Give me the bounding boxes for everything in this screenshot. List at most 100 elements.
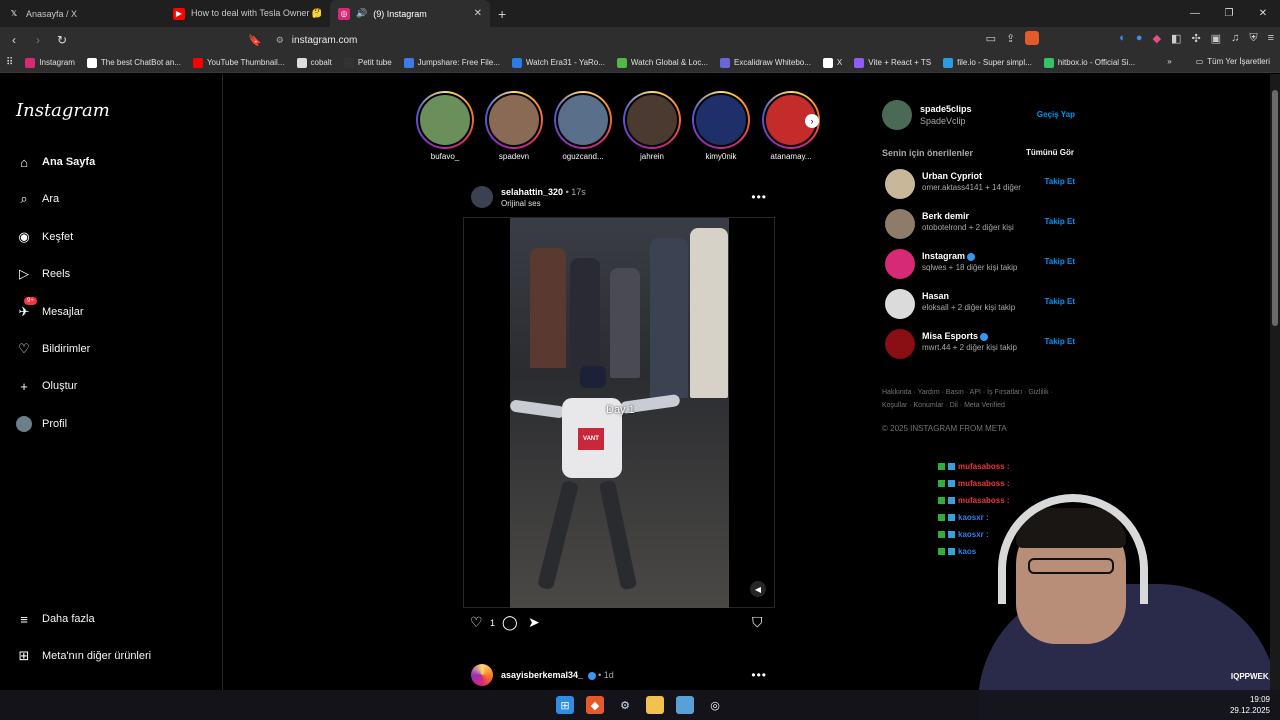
sidebar-item-notifications[interactable]: ♡ Bildirimler [16,341,90,357]
post-username[interactable]: asayisberkemal34_ [501,670,583,680]
sidebar-icon[interactable]: ▣ [1211,32,1221,45]
sidebar-item-profile[interactable]: Profil [16,416,67,432]
bookmark-icon[interactable]: 🔖 [248,34,262,47]
tab-instagram[interactable]: ◎ 🔊 (9) Instagram ✕ [330,0,490,27]
follow-button[interactable]: Takip Et [1044,217,1075,226]
footer-links[interactable]: Hakkında · Yardım · Basın · API · İş Fır… [882,386,1072,412]
site-info-icon[interactable]: ⚙ [276,35,284,46]
avatar[interactable] [885,169,915,199]
tab-youtube[interactable]: ▶ How to deal with Tesla Owner 🤔 #s [165,0,330,27]
minimize-button[interactable]: — [1178,0,1212,27]
scrollbar[interactable] [1270,74,1280,720]
avatar[interactable] [885,289,915,319]
bookmark-item[interactable]: file.io - Super simpl... [943,57,1032,68]
follow-button[interactable]: Takip Et [1044,177,1075,186]
bookmark-item[interactable]: Watch Era31 - YaRo... [511,57,605,68]
speaker-icon[interactable]: ◀ [750,581,766,597]
post-audio[interactable]: Orijinal ses [501,199,541,208]
story-item[interactable]: kimy0nik [692,91,750,161]
comment-icon[interactable]: ◯ [502,614,518,631]
sidebar-item-reels[interactable]: ▷ Reels [16,266,70,282]
extensions-puzzle-icon[interactable]: ✣ [1191,32,1200,45]
bookmark-item[interactable]: cobalt [296,57,332,68]
bookmark-item[interactable]: X [822,57,842,68]
switch-account-button[interactable]: Geçiş Yap [1037,110,1075,119]
more-button[interactable]: ≡ Daha fazla [16,611,94,627]
avatar[interactable] [471,664,493,686]
avatar[interactable] [885,249,915,279]
windows-start-icon[interactable]: ⊞ [556,696,574,714]
apps-icon[interactable]: ⠿ [6,57,13,68]
reload-button[interactable]: ↻ [52,33,72,47]
chevron-right-icon[interactable]: › [805,114,819,128]
tab-x[interactable]: 𝕏 Anasayfa / X [0,0,165,27]
share-icon[interactable]: ⇪ [1006,32,1015,45]
music-icon[interactable]: ♫ [1231,32,1239,44]
app-icon[interactable] [676,696,694,714]
bookmark-item[interactable]: Instagram [25,57,75,68]
story-item[interactable]: bufavo_ [416,91,474,161]
more-options-icon[interactable]: ••• [751,190,767,204]
suggestion-username[interactable]: Instagram [922,251,965,261]
bookmark-item[interactable]: Excalidraw Whitebo... [720,57,811,68]
suggestion-username[interactable]: Hasan [922,291,949,301]
follow-button[interactable]: Takip Et [1044,337,1075,346]
extension-icon[interactable]: ◆ [1153,32,1161,45]
bookmark-item[interactable]: Vite + React + TS [854,57,931,68]
post-username[interactable]: selahattin_320 [501,187,563,197]
bookmark-item[interactable]: Jumpshare: Free File... [403,57,500,68]
bookmark-item[interactable]: hitbox.io - Official Si... [1043,57,1135,68]
sidebar-item-home[interactable]: ⌂ Ana Sayfa [16,154,95,170]
url-bar[interactable]: 🔖 ⚙ instagram.com [248,30,988,50]
suggestion-username[interactable]: Urban Cypriot [922,171,982,181]
file-explorer-icon[interactable] [646,696,664,714]
url-text[interactable]: instagram.com [292,35,358,46]
account-username[interactable]: spade5clips [920,104,972,114]
bookmark-item[interactable]: The best ChatBot an... [86,57,181,68]
close-icon[interactable]: ✕ [474,8,482,19]
menu-icon[interactable]: ≡ [1268,32,1274,44]
scrollbar-thumb[interactable] [1272,90,1278,326]
chevron-right-icon[interactable]: » [1167,57,1171,66]
extension-icon[interactable]: ● [1136,32,1143,44]
more-options-icon[interactable]: ••• [751,668,767,682]
brave-shield-icon[interactable] [1025,31,1040,45]
avatar[interactable] [885,329,915,359]
instagram-logo[interactable]: Instagram [16,100,110,121]
steam-icon[interactable]: ⚙ [616,696,634,714]
restore-button[interactable]: ❐ [1212,0,1246,27]
all-bookmarks[interactable]: » ▭ Tüm Yer İşaretleri [1167,57,1270,66]
sidebar-item-messages[interactable]: ✈ 9+ Mesajlar [16,297,84,320]
story-item[interactable]: oguzcand... [554,91,612,161]
close-window-button[interactable]: ✕ [1246,0,1280,27]
avatar[interactable] [885,209,915,239]
sidebar-item-explore[interactable]: ◉ Keşfet [16,229,73,245]
story-item[interactable]: jahrein [623,91,681,161]
avatar[interactable] [471,186,493,208]
heart-icon[interactable]: ♡ [470,614,483,631]
sidebar-item-search[interactable]: ⌕ Ara [16,191,59,207]
bookmark-item[interactable]: YouTube Thumbnail... [192,57,285,68]
follow-button[interactable]: Takip Et [1044,297,1075,306]
save-icon[interactable]: ⛉ [752,614,763,631]
suggestion-username[interactable]: Misa Esports [922,331,978,341]
bookmark-item[interactable]: Watch Global & Loc... [616,57,708,68]
extension-icon[interactable]: ◧ [1171,32,1181,45]
avatar[interactable] [882,100,912,130]
share-icon[interactable]: ➤ [528,614,540,631]
meta-products-button[interactable]: ⊞ Meta'nın diğer ürünleri [16,648,152,664]
see-all-button[interactable]: Tümünü Gör [1026,148,1074,157]
back-button[interactable]: ‹ [4,33,24,47]
system-clock[interactable]: 19:09 29.12.2025 [1230,694,1270,716]
brave-browser-icon[interactable]: ◆ [586,696,604,714]
vpn-icon[interactable]: ⛨ [1249,32,1257,45]
suggestion-username[interactable]: Berk demir [922,211,969,221]
bookmark-item[interactable]: Petit tube [343,57,392,68]
follow-button[interactable]: Takip Et [1044,257,1075,266]
new-tab-button[interactable]: + [498,6,506,22]
sidebar-item-create[interactable]: + Oluştur [16,378,77,394]
cast-icon[interactable]: ▭ [986,32,996,45]
obs-icon[interactable]: ◎ [706,696,724,714]
extension-icon[interactable]: ◐ [1119,32,1126,44]
forward-button[interactable]: › [28,33,48,47]
